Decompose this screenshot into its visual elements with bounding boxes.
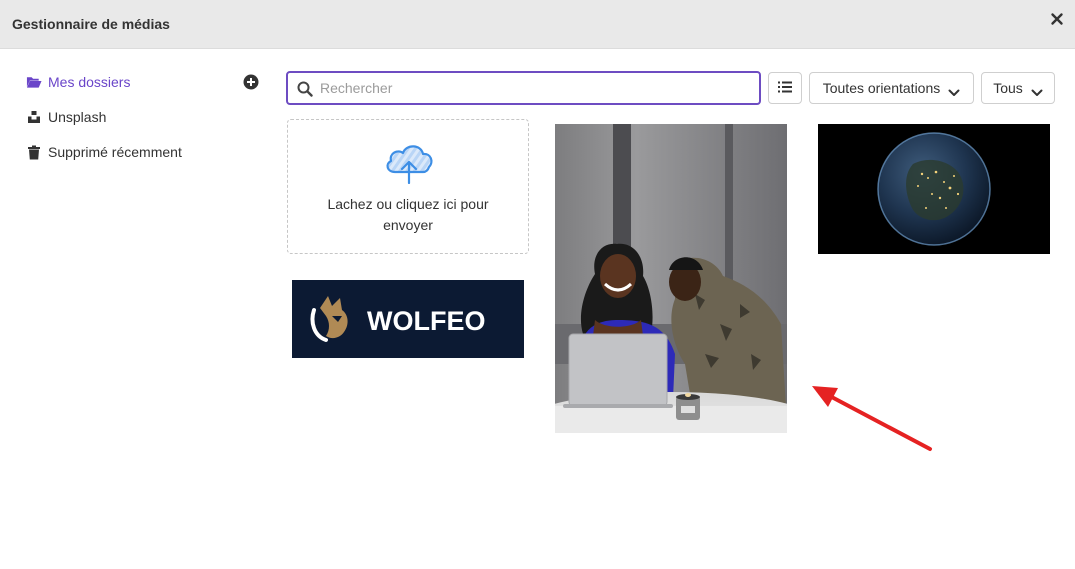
media-thumbnail-earth[interactable] (818, 124, 1050, 254)
sidebar-item-unsplash[interactable]: Unsplash (26, 107, 106, 127)
couple-photo (555, 124, 787, 433)
orientation-label: Toutes orientations (822, 80, 941, 96)
search-input[interactable] (320, 73, 750, 103)
sidebar-item-label: Mes dossiers (48, 74, 131, 90)
sidebar-item-label: Supprimé récemment (48, 144, 182, 160)
upload-dropzone[interactable]: Lachez ou cliquez ici pour envoyer (287, 119, 529, 254)
search-box[interactable] (286, 71, 761, 105)
list-view-button[interactable] (768, 72, 802, 104)
search-icon (297, 81, 313, 97)
type-label: Tous (993, 80, 1023, 96)
sidebar-item-label: Unsplash (48, 109, 107, 125)
modal-title: Gestionnaire de médias (12, 16, 170, 32)
type-dropdown[interactable]: Tous (981, 72, 1055, 104)
earth-photo (818, 124, 1050, 254)
chevron-down-icon (1031, 84, 1043, 96)
logo-text: WOLFEO (367, 306, 485, 336)
modal-header: Gestionnaire de médias (0, 0, 1075, 49)
media-thumbnail-wolfeo-logo[interactable]: WOLFEO (292, 280, 524, 358)
wolfeo-logo: WOLFEO (292, 280, 524, 358)
chevron-down-icon (948, 84, 960, 96)
annotation-arrow-icon (812, 386, 932, 451)
close-icon[interactable] (1049, 11, 1065, 27)
orientation-dropdown[interactable]: Toutes orientations (809, 72, 974, 104)
folder-open-icon (26, 74, 42, 90)
sidebar: Mes dossiers Unsplash Supprimé récemment (0, 50, 275, 569)
trash-icon (26, 144, 42, 160)
cloud-upload-icon (383, 140, 435, 185)
unsplash-icon (26, 109, 42, 125)
media-thumbnail-couple-laptop[interactable] (555, 124, 787, 433)
list-view-icon (777, 80, 793, 97)
sidebar-item-mes-dossiers[interactable]: Mes dossiers (26, 72, 130, 92)
plus-circle-icon[interactable] (243, 74, 259, 90)
sidebar-item-supprime-recemment[interactable]: Supprimé récemment (26, 142, 182, 162)
upload-label: Lachez ou cliquez ici pour envoyer (327, 196, 489, 233)
